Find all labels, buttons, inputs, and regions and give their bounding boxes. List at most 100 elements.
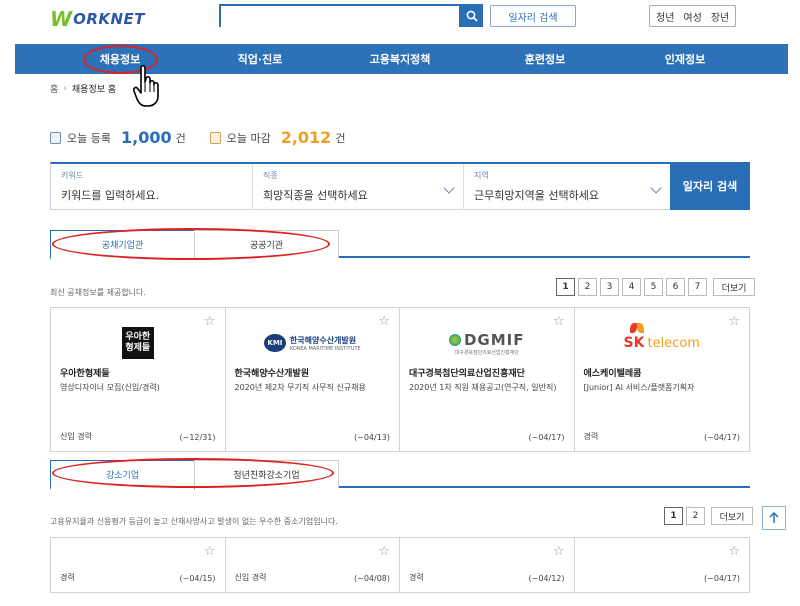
keyword-field[interactable]: 키워드 키워드를 입력하세요. <box>51 164 253 210</box>
public-recruit-tabs: 공채기업관 공공기관 <box>50 230 750 260</box>
page-5-button[interactable]: 5 <box>644 278 663 296</box>
persona-senior[interactable]: 장년 <box>711 9 729 24</box>
card-company-name: 대구경북첨단의료산업진흥재단 <box>409 369 525 379</box>
star-icon[interactable]: ☆ <box>204 544 216 559</box>
job-search-panel: 키워드 키워드를 입력하세요. 직종 희망직종을 선택하세요 지역 근무희망지역… <box>50 162 750 210</box>
persona-women[interactable]: 여성 <box>683 9 701 24</box>
page-2-button[interactable]: 2 <box>686 507 705 525</box>
search-button[interactable] <box>461 4 483 27</box>
more-button[interactable]: 더보기 <box>711 507 753 525</box>
card-company-name: 우아한형제들 <box>60 369 110 379</box>
small-giant-card-list: ☆ 경력 (~04/15) ☆ 신입 경력 (~04/08) ☆ 경력 (~04… <box>50 537 750 593</box>
card-company-name: 한국해양수산개발원 <box>234 369 310 379</box>
job-card[interactable]: ☆ 경력 (~04/12) <box>400 538 575 592</box>
telecom-logo-text: telecom <box>647 336 700 351</box>
breadcrumb-current: 채용정보 홈 <box>71 85 117 95</box>
card-career: 신입 경력 <box>60 432 92 441</box>
tab-public-recruitment-companies[interactable]: 공채기업관 <box>50 230 195 260</box>
card-deadline: (~12/31) <box>179 433 216 442</box>
breadcrumb-home[interactable]: 홈 <box>50 82 58 95</box>
job-card[interactable]: ☆ KMI 한국해양수산개발원 KOREA MARITIME INSTITUTE… <box>226 308 400 451</box>
breadcrumb: 홈 › 채용정보 홈 <box>50 82 117 96</box>
page-3-button[interactable]: 3 <box>600 278 619 296</box>
card-company-name: 에스케이텔레콤 <box>583 369 642 379</box>
page-6-button[interactable]: 6 <box>666 278 685 296</box>
today-closing-count: 2,012 <box>280 128 332 147</box>
logo-w-mark: W <box>50 7 73 31</box>
nav-item-career[interactable]: 직업·진로 <box>190 44 330 74</box>
more-button[interactable]: 더보기 <box>713 278 755 296</box>
card-deadline: (~04/17) <box>704 433 740 442</box>
tab-small-giant-companies[interactable]: 강소기업 <box>50 460 195 490</box>
scroll-top-button[interactable] <box>762 506 786 530</box>
section2-description: 고용유지율과 신용평가 등급이 높고 산재사망사고 발생이 없는 우수한 중소기… <box>50 517 338 526</box>
worknet-logo[interactable]: W ORKNET <box>50 7 146 31</box>
hand-cursor-icon <box>133 64 159 107</box>
region-label: 지역 <box>474 171 489 180</box>
job-type-field[interactable]: 직종 희망직종을 선택하세요 <box>253 164 464 210</box>
job-card[interactable]: ☆ (~04/17) <box>575 538 750 592</box>
today-registered-label: 오늘 등록 <box>67 131 111 145</box>
tab-youth-friendly-companies[interactable]: 청년친화강소기업 <box>194 460 339 488</box>
hourglass-icon <box>209 131 221 144</box>
panel-job-search-button[interactable]: 일자리 검색 <box>670 162 750 210</box>
keyword-label: 키워드 <box>61 171 84 180</box>
page-1-button[interactable]: 1 <box>556 278 575 296</box>
nav-item-welfare-policy[interactable]: 고용복지정책 <box>330 44 470 74</box>
card-career: 경력 <box>583 432 599 441</box>
star-icon[interactable]: ☆ <box>728 544 740 559</box>
sk-butterfly-icon <box>629 323 644 333</box>
nav-item-training[interactable]: 훈련정보 <box>475 44 615 74</box>
arrow-up-icon <box>769 512 779 523</box>
chevron-right-icon: › <box>63 83 67 94</box>
document-icon <box>50 131 61 144</box>
dgmif-flower-icon <box>448 333 461 346</box>
job-card[interactable]: ☆ 우아한 형제들 우아한형제들 영상디자이너 모집(신입/경력) 신입 경력 … <box>51 308 226 451</box>
page-4-button[interactable]: 4 <box>622 278 641 296</box>
persona-selector: 청년 여성 장년 <box>649 5 737 27</box>
section1-pagination: 1 2 3 4 5 6 7 더보기 <box>556 278 755 296</box>
nav-item-talent[interactable]: 인재정보 <box>615 44 755 74</box>
page-2-button[interactable]: 2 <box>578 278 597 296</box>
tab-public-institutions[interactable]: 공공기관 <box>194 230 339 258</box>
star-icon[interactable]: ☆ <box>553 544 565 559</box>
company-logo: 우아한 형제들 <box>51 326 225 360</box>
public-recruit-card-list: ☆ 우아한 형제들 우아한형제들 영상디자이너 모집(신입/경력) 신입 경력 … <box>50 307 750 452</box>
region-field[interactable]: 지역 근무희망지역을 선택하세요 <box>464 164 671 210</box>
card-career: 경력 <box>60 573 75 582</box>
card-job-title: [Junior] AI 서비스/플랫폼기획자 <box>583 383 695 392</box>
section2-pagination: 1 2 더보기 <box>664 507 753 525</box>
job-card[interactable]: ☆ 경력 (~04/15) <box>51 538 226 592</box>
logo-text: ORKNET <box>73 10 146 28</box>
persona-youth[interactable]: 청년 <box>656 9 674 24</box>
card-deadline: (~04/08) <box>354 574 390 583</box>
page-1-button[interactable]: 1 <box>664 507 683 525</box>
job-search-button[interactable]: 일자리 검색 <box>490 5 576 27</box>
section1-description: 최신 공채정보를 제공합니다. <box>50 288 146 297</box>
card-job-title: 2020년 1차 직원 채용공고(연구직, 일반직) <box>409 383 557 392</box>
page-7-button[interactable]: 7 <box>688 278 707 296</box>
company-logo: DGMIF 대구경북첨단의료산업진흥재단 <box>400 326 574 360</box>
keyword-input[interactable]: 키워드를 입력하세요. <box>61 187 242 203</box>
global-search-input[interactable] <box>221 8 459 28</box>
job-card[interactable]: ☆ 신입 경력 (~04/08) <box>226 538 400 592</box>
sk-logo-text: SK <box>623 335 645 351</box>
dgmif-logo-subtext: 대구경북첨단의료산업진흥재단 <box>454 349 519 356</box>
job-card[interactable]: ☆ DGMIF 대구경북첨단의료산업진흥재단 대구경북첨단의료산업진흥재단 20… <box>400 308 575 451</box>
card-career: 신입 경력 <box>234 573 267 582</box>
kmi-logo-text: 한국해양수산개발원 <box>289 335 357 345</box>
today-closing-unit: 건 <box>335 131 346 145</box>
star-icon[interactable]: ☆ <box>378 544 390 559</box>
region-select[interactable]: 근무희망지역을 선택하세요 <box>474 187 660 203</box>
today-registered-count: 1,000 <box>120 128 172 147</box>
search-icon <box>466 10 478 22</box>
card-deadline: (~04/15) <box>179 574 216 583</box>
card-deadline: (~04/17) <box>528 433 565 442</box>
nav-item-jobs[interactable]: 채용정보 <box>50 44 190 74</box>
today-stats: 오늘 등록 1,000 건 오늘 마감 2,012 건 <box>50 128 345 147</box>
job-card[interactable]: ☆ SK telecom 에스케이텔레콤 [Junior] AI 서비스/플랫폼… <box>575 308 750 451</box>
job-type-select[interactable]: 희망직종을 선택하세요 <box>263 187 453 203</box>
card-deadline: (~04/13) <box>354 433 390 442</box>
card-deadline: (~04/12) <box>528 574 565 583</box>
global-search-field[interactable] <box>219 4 461 28</box>
